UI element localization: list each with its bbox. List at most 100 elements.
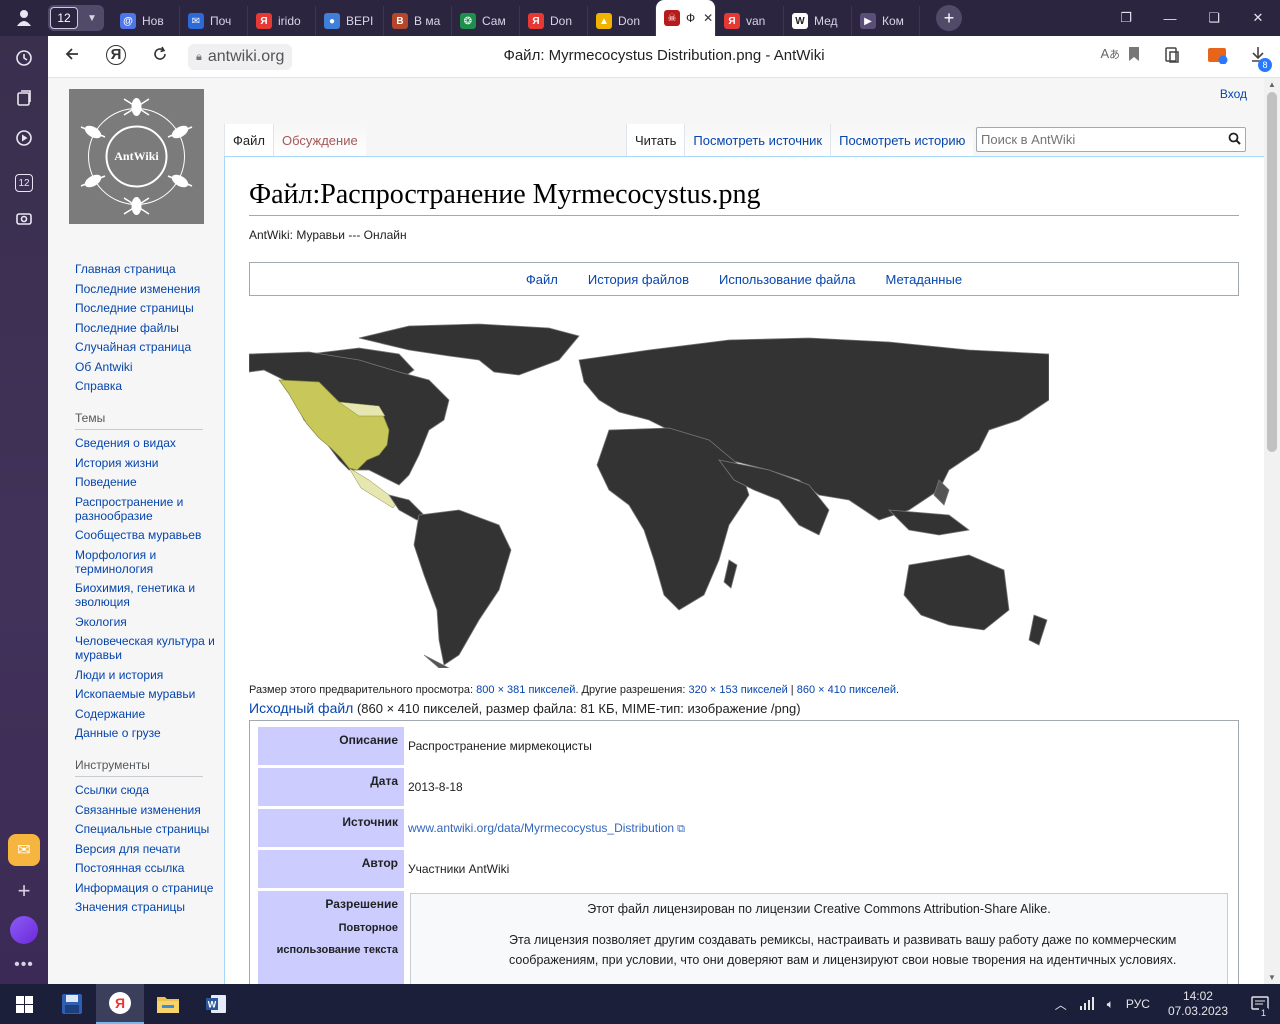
sidebar-tool-link[interactable]: Значения страницы (75, 900, 225, 914)
file-toc-link[interactable]: Использование файла (719, 272, 856, 287)
sidebar-topic-link[interactable]: Данные о грузе (75, 726, 225, 740)
browser-tab[interactable]: В В ма (384, 6, 452, 36)
alice-assistant-icon[interactable] (10, 916, 38, 944)
tab-count-rail-icon[interactable]: 12 (15, 174, 33, 192)
search-icon[interactable] (1228, 132, 1241, 148)
save-floppy-app-icon[interactable] (48, 984, 96, 1024)
sidebar-topic-link[interactable]: Морфология и терминология (75, 548, 225, 576)
language-indicator[interactable]: РУС (1126, 997, 1150, 1011)
sidebar-tool-link[interactable]: Связанные изменения (75, 803, 225, 817)
sidebar-topic-link[interactable]: Сообщества муравьев (75, 528, 225, 542)
preview-size-link[interactable]: 800 × 381 пикселей (476, 684, 575, 696)
file-toc-link[interactable]: Метаданные (886, 272, 963, 287)
minimize-button[interactable]: — (1148, 0, 1192, 36)
bookmark-icon[interactable] (1128, 46, 1140, 67)
reading-list-icon[interactable] (1164, 46, 1182, 69)
scroll-down-icon[interactable]: ▼ (1268, 973, 1276, 982)
wiki-tab[interactable]: Файл (224, 124, 273, 157)
sidebar-tool-link[interactable]: Постоянная ссылка (75, 861, 225, 875)
file-toc-link[interactable]: История файлов (588, 272, 689, 287)
wiki-tab[interactable]: Посмотреть источник (684, 124, 831, 157)
sidebar-tool-link[interactable]: Специальные страницы (75, 822, 225, 836)
sidebar-topic-link[interactable]: Сведения о видах (75, 436, 225, 450)
collections-icon[interactable] (10, 84, 38, 112)
browser-tab[interactable]: ● ВЕРІ (316, 6, 384, 36)
wiki-tab[interactable]: Посмотреть историю (830, 124, 974, 157)
browser-tab[interactable]: @ Нов (112, 6, 180, 36)
login-link[interactable]: Вход (1220, 87, 1247, 101)
browser-tab[interactable]: ❂ Сам (452, 6, 520, 36)
video-play-icon[interactable] (10, 124, 38, 152)
sidebar-topic-link[interactable]: Человеческая культура и муравьи (75, 634, 225, 662)
wiki-tab[interactable]: Обсуждение (272, 124, 366, 157)
sidebar-nav-link[interactable]: Случайная страница (75, 340, 225, 354)
sidebar-tool-link[interactable]: Версия для печати (75, 842, 225, 856)
sidebar-nav-link[interactable]: Главная страница (75, 262, 225, 276)
browser-tab[interactable]: ▶ Ком (852, 6, 920, 36)
sidebar-nav-link[interactable]: Последние изменения (75, 282, 225, 296)
res-320-link[interactable]: 320 × 153 пикселей (688, 684, 787, 696)
yandex-browser-app-icon[interactable]: Я (96, 984, 144, 1024)
sidebar-topic-link[interactable]: Распространение и разнообразие (75, 495, 225, 523)
extension-icon[interactable] (1208, 46, 1228, 69)
sidebar-nav-link[interactable]: Справка (75, 379, 225, 393)
browser-tab[interactable]: Яirido (248, 6, 316, 36)
file-explorer-app-icon[interactable] (144, 984, 192, 1024)
browser-tab[interactable]: Я Don (520, 6, 588, 36)
url-pill[interactable]: 🔒︎ antwiki.org (188, 44, 293, 70)
network-icon[interactable] (1079, 996, 1095, 1013)
original-file-link[interactable]: Исходный файл (249, 700, 353, 716)
sidebar-nav-link[interactable]: Последние файлы (75, 321, 225, 335)
sidebar-topic-link[interactable]: Содержание (75, 707, 225, 721)
close-tab-icon[interactable]: ✕ (703, 11, 713, 25)
antwiki-logo[interactable]: AntWiki (69, 89, 204, 224)
word-app-icon[interactable]: W (192, 984, 240, 1024)
source-link[interactable]: www.antwiki.org/data/Myrmecocystus_Distr… (408, 821, 674, 835)
wiki-tab[interactable]: Читать (626, 124, 685, 157)
file-toc-link[interactable]: Файл (526, 272, 558, 287)
add-panel-icon[interactable]: + (18, 878, 31, 904)
windows-start-icon[interactable] (0, 984, 48, 1024)
history-icon[interactable] (10, 44, 38, 72)
tabs-panel-icon[interactable]: ❐ (1104, 0, 1148, 36)
browser-tab[interactable]: W Мед (784, 6, 852, 36)
clock[interactable]: 14:02 07.03.2023 (1168, 989, 1228, 1019)
search-box[interactable] (976, 127, 1246, 152)
volume-icon[interactable]: 🔈︎ (1107, 997, 1114, 1012)
browser-tab[interactable]: ▲ Don (588, 6, 656, 36)
notification-center-icon[interactable]: 1 (1240, 984, 1280, 1024)
sidebar-nav-link[interactable]: Об Antwiki (75, 360, 225, 374)
sidebar-tool-link[interactable]: Информация о странице (75, 881, 225, 895)
browser-tab[interactable]: ☠ Ф ✕ (656, 0, 716, 36)
sidebar-topic-link[interactable]: Биохимия, генетика и эволюция (75, 581, 225, 609)
reload-icon[interactable] (152, 46, 168, 67)
browser-tab[interactable]: Яvan (716, 6, 784, 36)
close-window-button[interactable]: ✕ (1236, 0, 1280, 36)
translate-icon[interactable]: Aあ (1101, 46, 1121, 62)
profile-icon[interactable] (0, 0, 48, 36)
chevron-down-icon[interactable]: ▼ (80, 13, 104, 24)
sidebar-topic-link[interactable]: Ископаемые муравьи (75, 687, 225, 701)
back-arrow-icon[interactable] (64, 46, 80, 67)
sidebar-topic-link[interactable]: Люди и история (75, 668, 225, 682)
more-icon[interactable]: ••• (14, 956, 34, 974)
mail-app-icon[interactable]: ✉ (8, 834, 40, 866)
new-tab-button[interactable]: + (936, 5, 962, 31)
sidebar-nav-link[interactable]: Последние страницы (75, 301, 225, 315)
screenshot-icon[interactable] (10, 204, 38, 232)
chevron-up-icon[interactable]: ︿ (1055, 996, 1067, 1013)
browser-tab[interactable]: ✉ Поч (180, 6, 248, 36)
distribution-map-image[interactable] (248, 320, 1050, 669)
sidebar-topic-link[interactable]: История жизни (75, 456, 225, 470)
scrollbar-thumb[interactable] (1267, 92, 1277, 452)
res-860-link[interactable]: 860 × 410 пикселей (797, 684, 896, 696)
search-input[interactable] (981, 132, 1228, 147)
tab-counter[interactable]: 12 ▼ (48, 5, 104, 31)
sidebar-tool-link[interactable]: Ссылки сюда (75, 783, 225, 797)
scroll-up-icon[interactable]: ▲ (1268, 80, 1276, 89)
page-scrollbar[interactable]: ▲ ▼ (1264, 78, 1280, 984)
sidebar-topic-link[interactable]: Поведение (75, 475, 225, 489)
sidebar-topic-link[interactable]: Экология (75, 615, 225, 629)
yandex-logo-icon[interactable]: Я (106, 45, 126, 65)
restore-button[interactable]: ❏ (1192, 0, 1236, 36)
